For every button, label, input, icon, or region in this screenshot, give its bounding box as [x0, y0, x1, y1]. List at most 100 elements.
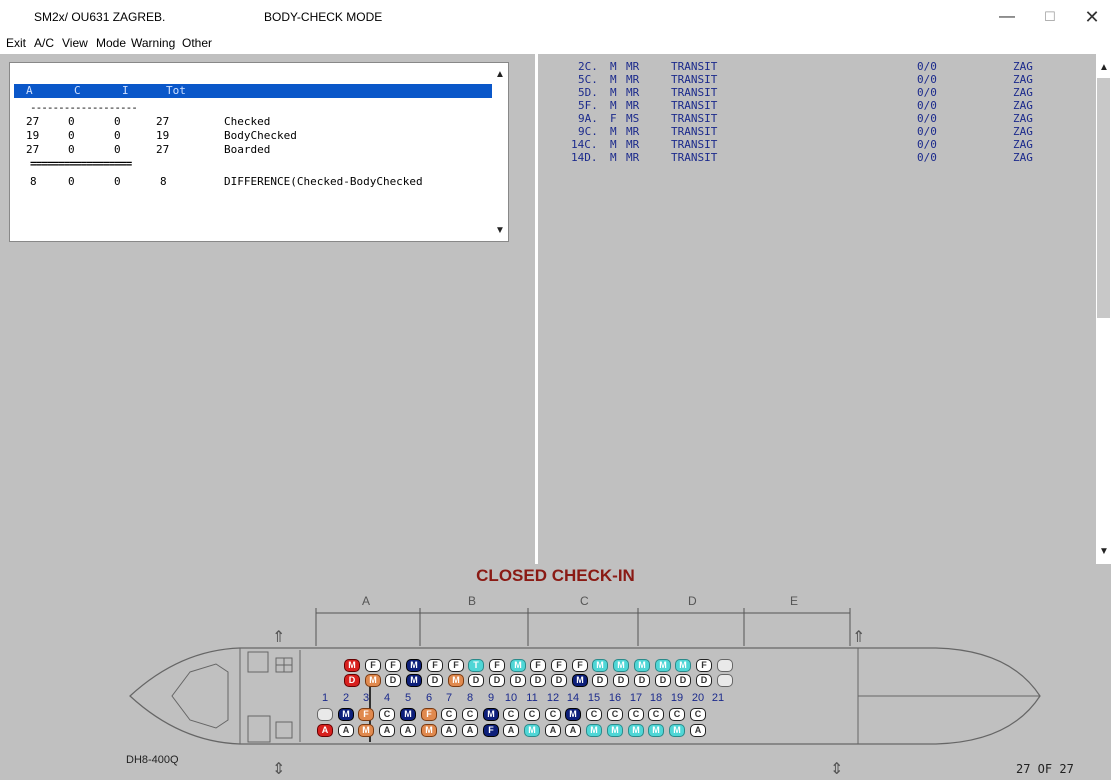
seat-d[interactable]: M: [448, 674, 464, 687]
seat-d[interactable]: D: [344, 674, 360, 687]
seat-c[interactable]: C: [379, 708, 395, 721]
seat-c[interactable]: C: [648, 708, 664, 721]
seat-d[interactable]: D: [489, 674, 505, 687]
seat-d[interactable]: D: [675, 674, 691, 687]
menu-aircraft[interactable]: A/C: [34, 36, 54, 50]
seat-d[interactable]: D: [385, 674, 401, 687]
scroll-up-icon[interactable]: ▲: [1096, 60, 1111, 76]
seat-a[interactable]: M: [648, 724, 664, 737]
close-button[interactable]: ✕: [1072, 6, 1111, 28]
seat-a[interactable]: A: [690, 724, 706, 737]
seat-f[interactable]: F: [489, 659, 505, 672]
seat-a[interactable]: A: [545, 724, 561, 737]
seat-a[interactable]: F: [483, 724, 499, 737]
seat-c[interactable]: C: [586, 708, 602, 721]
seat-a[interactable]: A: [379, 724, 395, 737]
menu-warning[interactable]: Warning: [131, 36, 175, 50]
seat-c[interactable]: C: [690, 708, 706, 721]
seat-a[interactable]: M: [524, 724, 540, 737]
seat-d[interactable]: D: [696, 674, 712, 687]
menu-view[interactable]: View: [62, 36, 88, 50]
seat-f[interactable]: M: [634, 659, 650, 672]
seat-d[interactable]: M: [572, 674, 588, 687]
minimize-button[interactable]: —: [987, 6, 1027, 28]
seat-c[interactable]: [317, 708, 333, 721]
list-item[interactable]: 2C. M MR TRANSIT 0/0 ZAG: [540, 60, 1080, 74]
seat-a[interactable]: M: [607, 724, 623, 737]
seat-f[interactable]: M: [592, 659, 608, 672]
seat-d[interactable]: D: [551, 674, 567, 687]
summary-scrollbar[interactable]: ▲ ▼: [492, 63, 508, 241]
list-item[interactable]: 5D. M MR TRANSIT 0/0 ZAG: [540, 86, 1080, 100]
seat-d[interactable]: D: [530, 674, 546, 687]
maximize-button[interactable]: ☐: [1030, 6, 1070, 28]
seat-c[interactable]: F: [421, 708, 437, 721]
seat-a[interactable]: A: [565, 724, 581, 737]
list-item[interactable]: 5C. M MR TRANSIT 0/0 ZAG: [540, 73, 1080, 87]
seat-f[interactable]: F: [448, 659, 464, 672]
seat-f[interactable]: T: [468, 659, 484, 672]
scroll-thumb[interactable]: [1097, 78, 1110, 318]
seat-d[interactable]: D: [427, 674, 443, 687]
seat-c[interactable]: C: [628, 708, 644, 721]
seat-a[interactable]: A: [338, 724, 354, 737]
seat-f[interactable]: F: [696, 659, 712, 672]
seat-c[interactable]: C: [441, 708, 457, 721]
seat-d[interactable]: D: [510, 674, 526, 687]
passenger-list-scrollbar[interactable]: ▲ ▼: [1096, 54, 1111, 564]
menu-mode[interactable]: Mode: [96, 36, 126, 50]
scroll-down-icon[interactable]: ▼: [492, 223, 508, 239]
seat-a[interactable]: M: [669, 724, 685, 737]
seat-a[interactable]: M: [358, 724, 374, 737]
seat-d[interactable]: M: [365, 674, 381, 687]
pane-divider[interactable]: [535, 54, 538, 564]
seat-a[interactable]: M: [421, 724, 437, 737]
seat-f[interactable]: F: [427, 659, 443, 672]
menu-exit[interactable]: Exit: [6, 36, 26, 50]
seat-f[interactable]: F: [551, 659, 567, 672]
seat-c[interactable]: F: [358, 708, 374, 721]
seat-c[interactable]: C: [607, 708, 623, 721]
seat-c[interactable]: C: [503, 708, 519, 721]
seat-f[interactable]: M: [613, 659, 629, 672]
list-item[interactable]: 9C. M MR TRANSIT 0/0 ZAG: [540, 125, 1080, 139]
seat-a[interactable]: A: [441, 724, 457, 737]
seat-c[interactable]: M: [400, 708, 416, 721]
seat-f[interactable]: F: [385, 659, 401, 672]
seat-a[interactable]: A: [462, 724, 478, 737]
list-item[interactable]: 14C. M MR TRANSIT 0/0 ZAG: [540, 138, 1080, 152]
scroll-down-icon[interactable]: ▼: [1096, 544, 1111, 560]
seat-d[interactable]: [717, 674, 733, 687]
seat-c[interactable]: C: [462, 708, 478, 721]
seat-f[interactable]: M: [406, 659, 422, 672]
list-item[interactable]: 9A. F MS TRANSIT 0/0 ZAG: [540, 112, 1080, 126]
seat-f[interactable]: F: [530, 659, 546, 672]
seat-d[interactable]: M: [406, 674, 422, 687]
seat-a[interactable]: M: [586, 724, 602, 737]
seat-c[interactable]: C: [524, 708, 540, 721]
seat-c[interactable]: M: [483, 708, 499, 721]
seat-f[interactable]: M: [510, 659, 526, 672]
seat-a[interactable]: A: [400, 724, 416, 737]
list-item[interactable]: 5F. M MR TRANSIT 0/0 ZAG: [540, 99, 1080, 113]
seat-f[interactable]: [717, 659, 733, 672]
seat-a[interactable]: A: [317, 724, 333, 737]
seat-f[interactable]: M: [344, 659, 360, 672]
seat-d[interactable]: D: [634, 674, 650, 687]
seat-c[interactable]: C: [669, 708, 685, 721]
seat-c[interactable]: C: [545, 708, 561, 721]
seat-d[interactable]: D: [592, 674, 608, 687]
list-item[interactable]: 14D. M MR TRANSIT 0/0 ZAG: [540, 151, 1080, 165]
seat-c[interactable]: M: [338, 708, 354, 721]
seat-d[interactable]: D: [613, 674, 629, 687]
seat-d[interactable]: D: [468, 674, 484, 687]
seat-a[interactable]: A: [503, 724, 519, 737]
seat-d[interactable]: D: [655, 674, 671, 687]
seat-f[interactable]: F: [365, 659, 381, 672]
scroll-up-icon[interactable]: ▲: [492, 67, 508, 83]
seat-a[interactable]: M: [628, 724, 644, 737]
seat-c[interactable]: M: [565, 708, 581, 721]
seat-f[interactable]: M: [675, 659, 691, 672]
seat-f[interactable]: M: [655, 659, 671, 672]
seat-f[interactable]: F: [572, 659, 588, 672]
